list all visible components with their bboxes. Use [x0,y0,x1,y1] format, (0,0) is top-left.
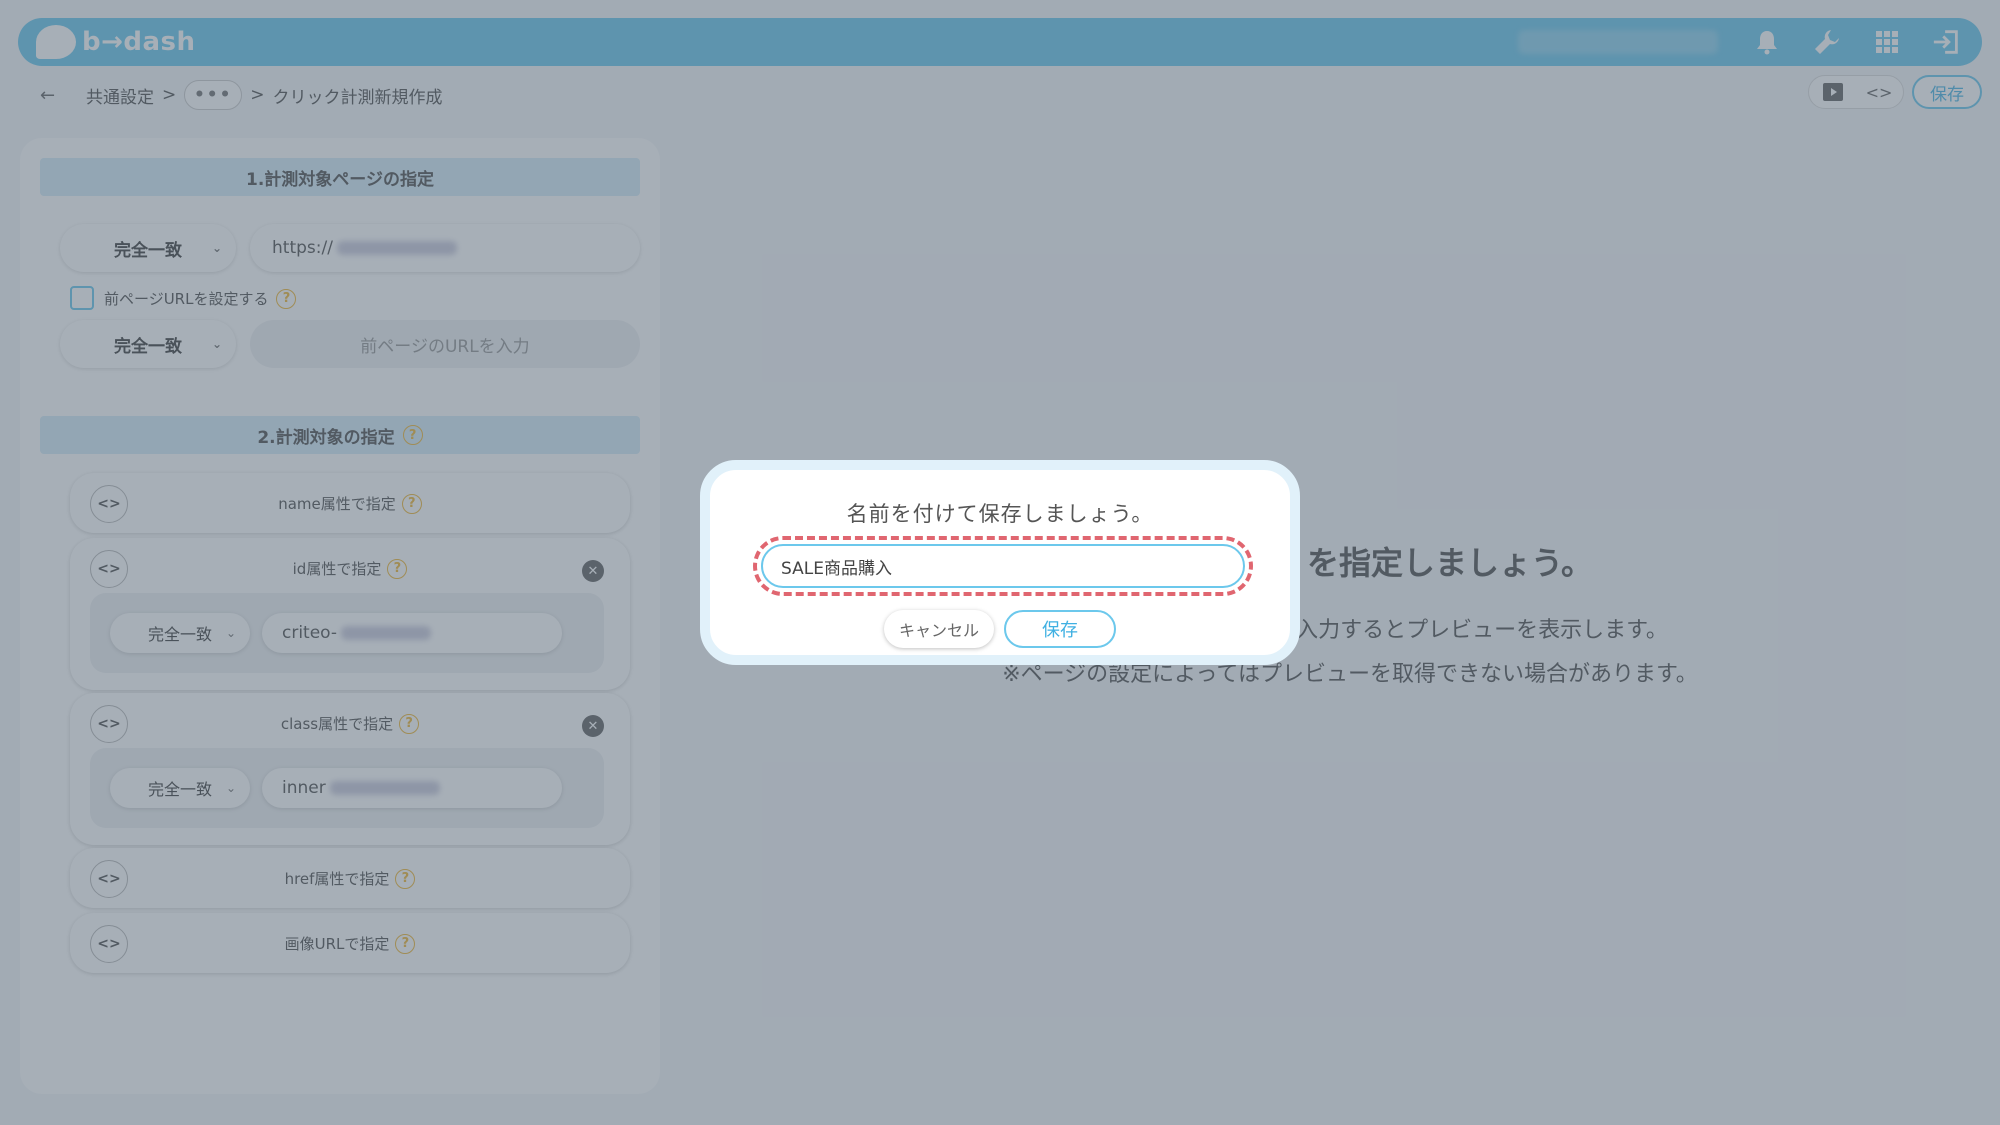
save-name-dialog: 名前を付けて保存しましょう。 キャンセル 保存 [700,460,1300,665]
name-input[interactable] [761,544,1245,588]
dialog-title: 名前を付けて保存しましょう。 [846,502,1154,526]
dialog-buttons: キャンセル 保存 [710,610,1290,648]
input-highlight-frame [753,536,1253,596]
dialog-save-button[interactable]: 保存 [1004,610,1116,648]
cancel-button[interactable]: キャンセル [884,610,994,648]
